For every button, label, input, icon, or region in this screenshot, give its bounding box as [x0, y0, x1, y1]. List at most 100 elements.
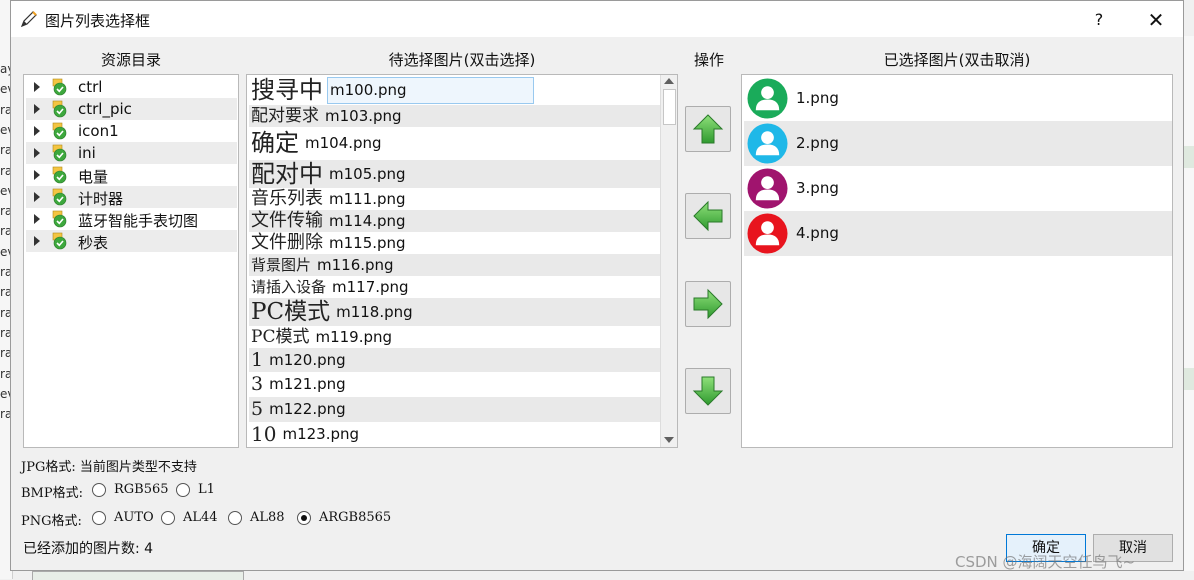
selected-image-name: 3.png: [796, 179, 839, 197]
image-preview-text: PC模式: [251, 327, 310, 347]
tree-item-label: ctrl_pic: [78, 100, 132, 118]
pending-image-item[interactable]: 5 m122.png: [249, 397, 661, 422]
selected-image-item[interactable]: 4.png: [744, 211, 1172, 256]
radio-button[interactable]: [297, 511, 311, 525]
move-right-button[interactable]: [685, 281, 731, 327]
pending-image-item[interactable]: 文件传输 m114.png: [249, 210, 661, 232]
tree-item[interactable]: ini: [26, 142, 237, 164]
image-list-dialog: 图片列表选择框 ? ✕ 资源目录 待选择图片(双击选择) 操作 已选择图片(双击…: [10, 0, 1184, 571]
selected-image-name: 1.png: [796, 89, 839, 107]
image-preview-text: 1: [251, 349, 264, 371]
selected-images-header: 已选择图片(双击取消): [883, 51, 1031, 69]
radio-button[interactable]: [228, 511, 242, 525]
expand-arrow-icon[interactable]: [34, 170, 40, 180]
arrow-right-icon: [693, 288, 723, 320]
expand-arrow-icon[interactable]: [34, 148, 40, 158]
arrow-left-icon: [693, 200, 723, 232]
image-file-name: m119.png: [315, 328, 393, 346]
radio-button[interactable]: [161, 511, 175, 525]
tree-item[interactable]: 蓝牙智能手表切图: [26, 208, 237, 230]
pending-images-header: 待选择图片(双击选择): [388, 51, 536, 69]
radio-button[interactable]: [92, 511, 106, 525]
expand-arrow-icon[interactable]: [34, 192, 40, 202]
selected-image-list[interactable]: 1.png 2.png 3.png 4.png: [741, 74, 1173, 448]
tree-item-label: 电量: [78, 168, 109, 186]
pending-image-item[interactable]: 配对要求 m103.png: [249, 105, 661, 127]
tree-item-label: 计时器: [78, 190, 124, 208]
expand-arrow-icon[interactable]: [34, 214, 40, 224]
tree-item[interactable]: 电量: [26, 164, 237, 186]
pending-image-item[interactable]: 确定 m104.png: [249, 127, 661, 160]
selected-image-item[interactable]: 3.png: [744, 166, 1172, 211]
folder-check-icon: [52, 210, 67, 228]
radio-label[interactable]: L1: [198, 482, 215, 497]
pending-image-item[interactable]: 音乐列表 m111.png: [249, 188, 661, 210]
radio-label[interactable]: AL88: [250, 510, 285, 525]
tree-item[interactable]: 计时器: [26, 186, 237, 208]
tree-item[interactable]: 秒表: [26, 230, 237, 252]
image-file-name: m118.png: [336, 303, 413, 321]
close-button[interactable]: ✕: [1141, 7, 1171, 33]
expand-arrow-icon[interactable]: [34, 126, 40, 136]
image-file-name: m116.png: [317, 256, 394, 274]
image-preview-text: 背景图片: [251, 256, 312, 274]
image-preview-text: 音乐列表: [251, 188, 323, 209]
scroll-up-icon[interactable]: [664, 78, 674, 84]
move-down-button[interactable]: [685, 368, 731, 414]
scroll-down-icon[interactable]: [664, 437, 674, 443]
radio-button[interactable]: [92, 483, 106, 497]
folder-check-icon: [52, 166, 67, 184]
scroll-thumb[interactable]: [663, 89, 676, 125]
pending-image-item[interactable]: 3 m121.png: [249, 372, 661, 397]
image-preview-text: 配对中: [251, 160, 323, 188]
folder-check-icon: [52, 144, 67, 162]
png-format-label: PNG格式:: [21, 514, 82, 529]
selected-image-name: 4.png: [796, 224, 839, 242]
folder-check-icon: [52, 122, 67, 140]
radio-button[interactable]: [176, 483, 190, 497]
added-count-text: 已经添加的图片数: 4: [23, 541, 154, 557]
pending-image-item[interactable]: 配对中 m105.png: [249, 160, 661, 188]
radio-label[interactable]: RGB565: [114, 482, 169, 497]
pending-image-item[interactable]: 1 m120.png: [249, 348, 661, 372]
help-button[interactable]: ?: [1085, 7, 1113, 33]
pending-image-item[interactable]: 文件删除 m115.png: [249, 232, 661, 254]
selected-image-item[interactable]: 2.png: [744, 121, 1172, 166]
tree-item-label: 蓝牙智能手表切图: [78, 212, 199, 230]
expand-arrow-icon[interactable]: [34, 82, 40, 92]
background-window-edge-right: [1183, 36, 1194, 571]
pending-image-item[interactable]: PC模式 m119.png: [249, 326, 661, 348]
move-up-button[interactable]: [685, 106, 731, 152]
image-file-name: m122.png: [269, 400, 346, 418]
expand-arrow-icon[interactable]: [34, 104, 40, 114]
image-file-name: m120.png: [269, 351, 346, 369]
folder-check-icon: [52, 100, 67, 118]
pending-image-item[interactable]: 请插入设备 m117.png: [249, 276, 661, 298]
pending-image-item[interactable]: 搜寻中 m100.png: [249, 76, 661, 105]
pending-image-item[interactable]: 背景图片 m116.png: [249, 254, 661, 276]
pending-list-scrollbar[interactable]: [660, 75, 677, 447]
tree-item[interactable]: icon1: [26, 120, 237, 142]
pending-image-item[interactable]: PC模式 m118.png: [249, 298, 661, 326]
radio-label[interactable]: AUTO: [114, 510, 154, 525]
radio-label[interactable]: AL44: [183, 510, 218, 525]
image-file-name: m114.png: [329, 212, 406, 230]
pen-app-icon: [20, 11, 37, 28]
selected-image-name: 2.png: [796, 134, 839, 152]
resources-header: 资源目录: [100, 51, 161, 69]
user-avatar-icon: [747, 213, 788, 254]
selected-image-item[interactable]: 1.png: [744, 76, 1172, 121]
resource-tree[interactable]: ctrl ctrl_pic icon1 ini 电量计时器蓝牙智能手表切图 秒表: [23, 74, 239, 448]
window-title: 图片列表选择框: [45, 12, 151, 30]
pending-image-list[interactable]: 搜寻中 m100.png 配对要求 m103.png 确定 m104.png 配对中 m105…: [246, 74, 678, 448]
move-left-button[interactable]: [685, 193, 731, 239]
title-bar[interactable]: 图片列表选择框 ? ✕: [11, 1, 1183, 37]
expand-arrow-icon[interactable]: [34, 236, 40, 246]
tree-item[interactable]: ctrl: [26, 76, 237, 98]
image-preview-text: 10: [251, 422, 277, 446]
tree-item-label: icon1: [78, 122, 119, 140]
tree-item[interactable]: ctrl_pic: [26, 98, 237, 120]
pending-image-item[interactable]: 10 m123.png: [249, 422, 661, 447]
radio-label[interactable]: ARGB8565: [319, 510, 391, 525]
image-file-name: m121.png: [269, 375, 346, 393]
